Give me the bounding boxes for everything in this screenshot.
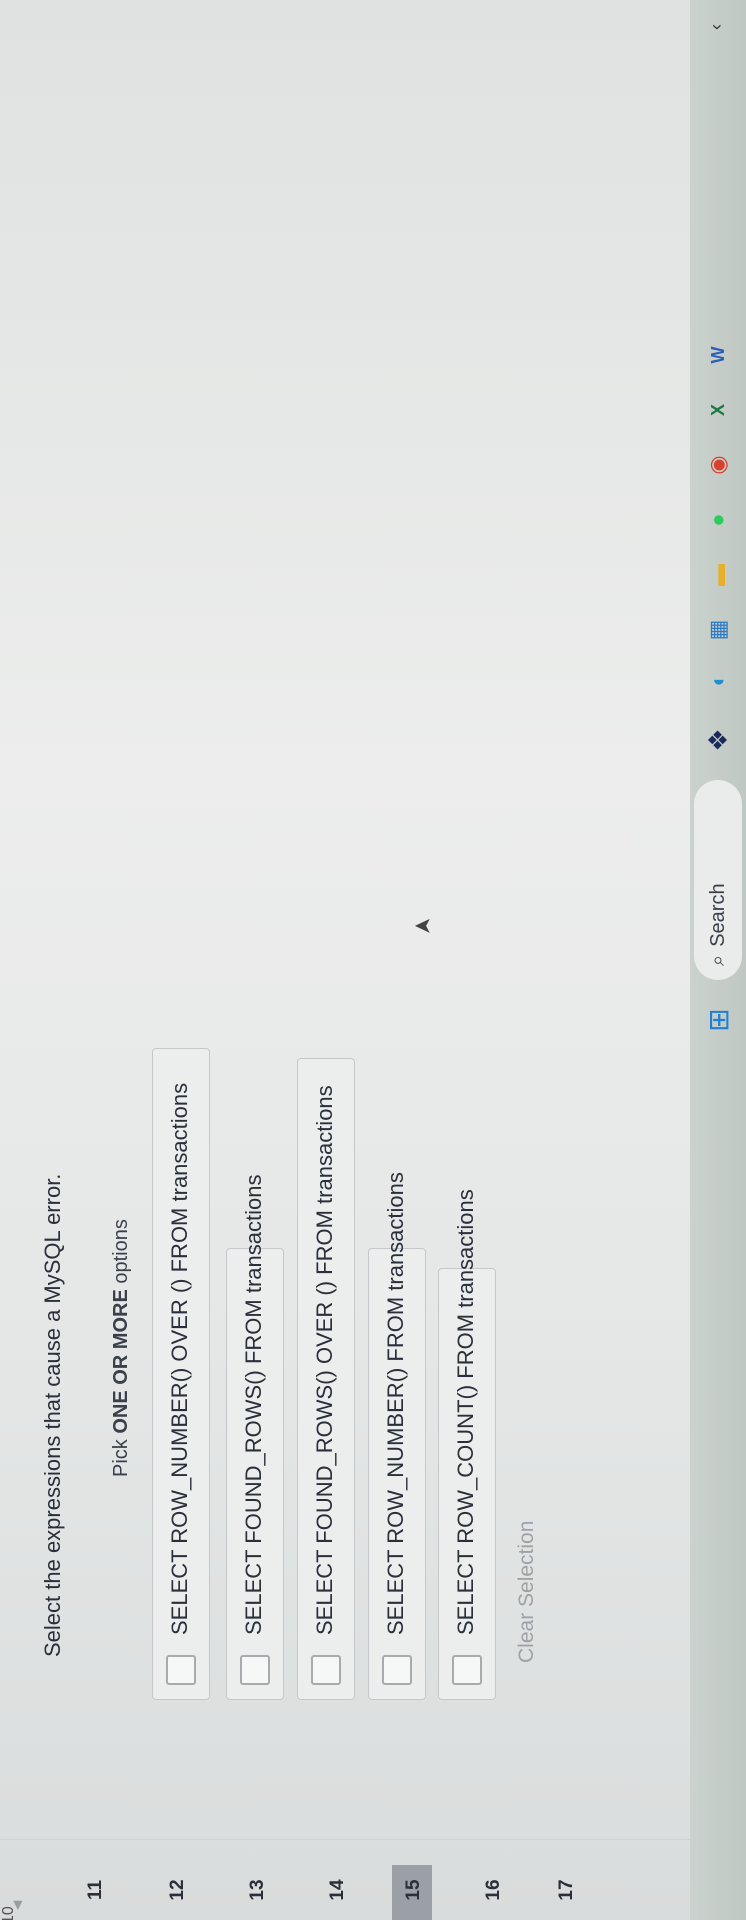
word-icon[interactable]: W (698, 335, 738, 375)
option-checkbox[interactable] (166, 1655, 196, 1685)
divider (0, 1839, 690, 1840)
option-label: SELECT ROW_COUNT() FROM transactions (453, 1189, 478, 1635)
clear-selection-button[interactable]: Clear Selection (515, 1521, 539, 1663)
option-checkbox[interactable] (240, 1655, 270, 1685)
taskbar: ⊞ ⌕ Search ❖ ◐ ▦ ▬ ● ◉ X W ‹ (690, 0, 746, 1920)
instruction-prefix: Pick (110, 1433, 132, 1477)
option-label: SELECT ROW_NUMBER() FROM transactions (383, 1172, 408, 1635)
question-nav-item[interactable]: 15 (403, 1860, 425, 1920)
spotify-icon[interactable]: ● (698, 500, 738, 540)
option-label: SELECT FOUND_ROWS() FROM transactions (241, 1174, 266, 1635)
edge-icon[interactable]: ◐ (698, 660, 738, 700)
excel-icon[interactable]: X (698, 390, 738, 430)
instruction-suffix: options (110, 1219, 132, 1290)
option-checkbox[interactable] (311, 1655, 341, 1685)
question-nav-item[interactable]: 12 (167, 1860, 189, 1920)
question-prompt: Select the expressions that cause a MySQ… (40, 1173, 65, 1657)
tray-chevron-icon[interactable]: ‹ (706, 24, 727, 30)
question-nav-item[interactable]: 17 (556, 1860, 578, 1920)
question-nav-rail: 10 ◀ 11 12 13 14 15 16 17 ▼ (0, 1810, 733, 1920)
windows-start-icon[interactable]: ⊞ (698, 1000, 738, 1040)
answer-option[interactable]: SELECT ROW_COUNT() FROM transactions (438, 1189, 496, 1700)
option-checkbox[interactable] (382, 1655, 412, 1685)
file-explorer-icon[interactable]: ▬ (698, 555, 738, 595)
option-label: SELECT ROW_NUMBER() OVER () FROM transac… (167, 1082, 192, 1635)
store-icon[interactable]: ▦ (698, 610, 738, 650)
question-nav-item[interactable]: 14 (327, 1860, 349, 1920)
question-nav-item[interactable]: 16 (483, 1860, 505, 1920)
option-label: SELECT FOUND_ROWS() OVER () FROM transac… (312, 1085, 337, 1635)
collapse-arrow-icon[interactable]: ◀ (10, 1901, 24, 1910)
answer-option[interactable]: SELECT FOUND_ROWS() FROM transactions (226, 1175, 284, 1700)
task-view-icon[interactable]: ❖ (698, 720, 738, 760)
answer-option[interactable]: SELECT ROW_NUMBER() OVER () FROM transac… (152, 1048, 210, 1700)
taskbar-search-box[interactable]: ⌕ Search (694, 780, 742, 980)
question-nav-item[interactable]: 13 (247, 1860, 269, 1920)
search-icon: ⌕ (706, 954, 729, 966)
question-nav-item[interactable]: 11 (85, 1860, 107, 1920)
chrome-icon[interactable]: ◉ (698, 445, 738, 485)
search-label: Search (706, 883, 729, 947)
screen: 10 ◀ 11 12 13 14 15 16 17 ▼ Select the e… (0, 0, 746, 1920)
instruction-emphasis: ONE OR MORE (110, 1289, 132, 1434)
answer-option[interactable]: SELECT ROW_NUMBER() FROM transactions (368, 1172, 426, 1700)
question-instruction: Pick ONE OR MORE options (110, 1219, 133, 1477)
answer-option[interactable]: SELECT FOUND_ROWS() OVER () FROM transac… (297, 1058, 355, 1700)
mouse-cursor-icon: ➤ (413, 913, 433, 939)
option-checkbox[interactable] (452, 1655, 482, 1685)
